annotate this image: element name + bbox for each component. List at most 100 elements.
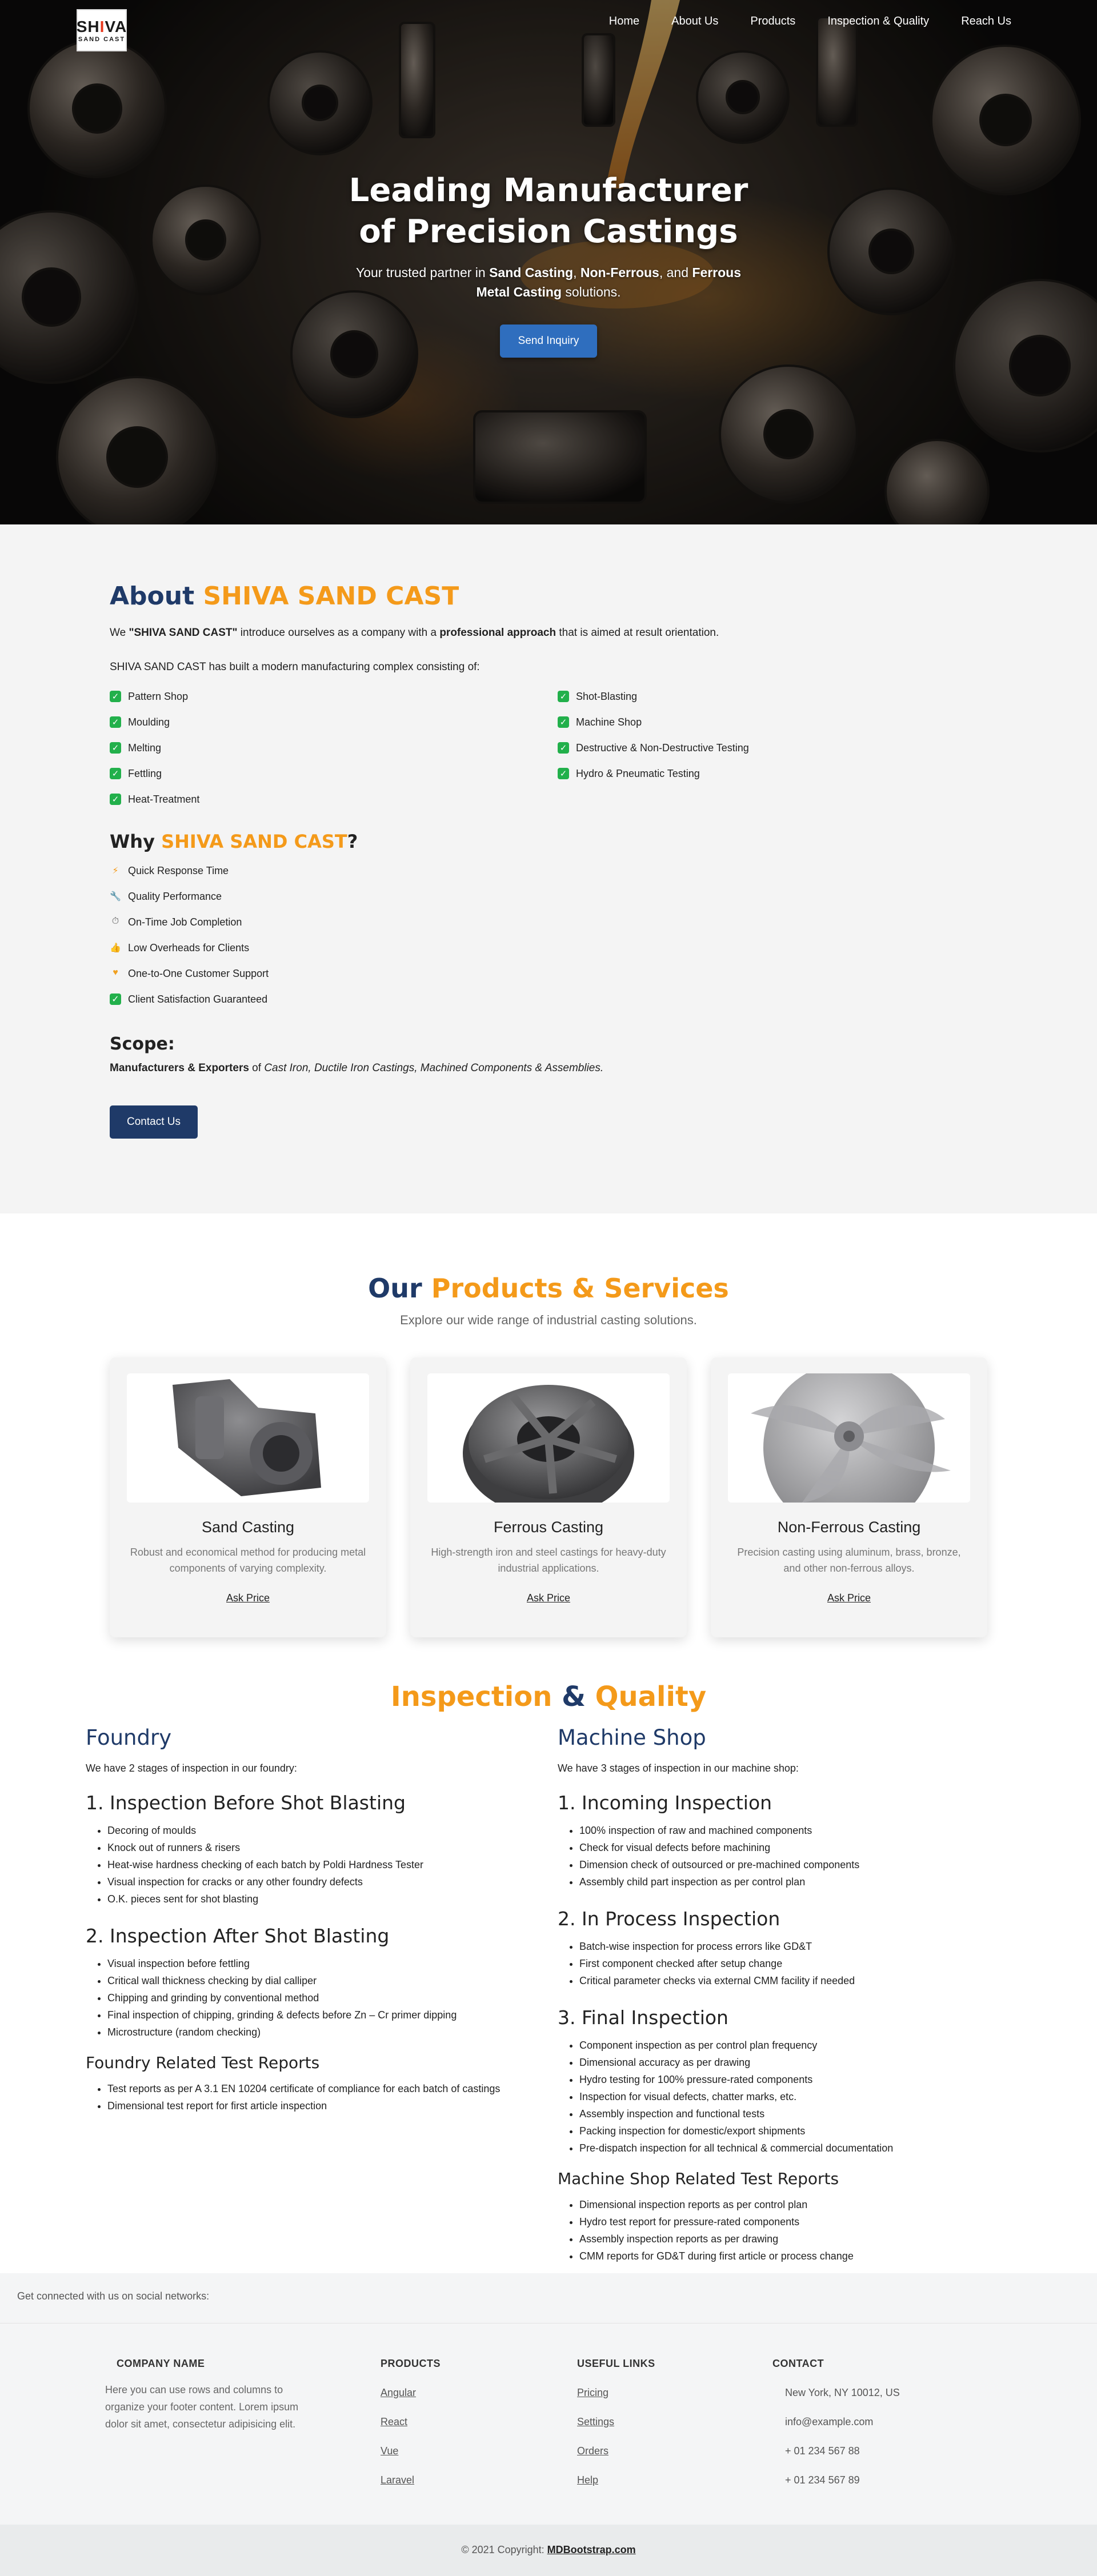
list-item: 100% inspection of raw and machined comp… [579,1822,1030,1839]
products-section: Our Products & Services Explore our wide… [0,1213,1097,1670]
nav-about-us[interactable]: About Us [671,15,718,28]
list-item: 👍 Low Overheads for Clients [110,942,1097,968]
machine-stage3-list: Component inspection as per control plan… [558,2037,1030,2157]
inspection-title: Inspection & Quality [390,1681,707,1713]
list-item: ⚡ Quick Response Time [110,865,1097,891]
hero-section: SHIVA SAND CAST Home About Us Products I… [0,0,1097,524]
card-title: Non-Ferrous Casting [777,1519,921,1536]
list-item: Dimension check of outsourced or pre-mac… [579,1856,1030,1873]
contact-us-button[interactable]: Contact Us [110,1105,198,1139]
foundry-reports-list: Test reports as per A 3.1 EN 10204 certi… [86,2080,558,2114]
product-card-ferrous-casting: Ferrous Casting High-strength iron and s… [410,1357,687,1637]
foundry-stage2-title: 2. Inspection After Shot Blasting [86,1925,390,1947]
send-inquiry-button[interactable]: Send Inquiry [499,324,598,358]
list-item: ✓ Machine Shop [558,716,1006,742]
machine-shop-lead: We have 3 stages of inspection in our ma… [558,1762,799,1774]
product-cards: Sand Casting Robust and economical metho… [0,1357,1097,1637]
copyright-bar: © 2021 Copyright: MDBootstrap.com [0,2525,1097,2576]
list-item: Dimensional test report for first articl… [107,2097,558,2114]
list-item: 🔧 Quality Performance [110,891,1097,916]
footer-company-desc: Here you can use rows and columns to org… [105,2384,299,2430]
list-item: Batch-wise inspection for process errors… [579,1938,1030,1955]
list-item: Final inspection of chipping, grinding &… [107,2006,558,2024]
footer-phone-1: + 01 234 567 88 [785,2445,860,2457]
nav-products[interactable]: Products [750,15,795,28]
list-item: Dimensional accuracy as per drawing [579,2054,1030,2071]
products-title: Our Products & Services [368,1273,729,1304]
machine-shop-title: Machine Shop [558,1725,706,1750]
check-icon: ✓ [558,691,569,702]
ask-price-link[interactable]: Ask Price [827,1592,871,1604]
social-text: Get connected with us on social networks… [17,2290,210,2302]
copyright-text: © 2021 Copyright: [461,2544,547,2555]
check-icon: ✓ [558,716,569,728]
footer-contact-title: CONTACT [772,2358,824,2369]
foundry-column: Foundry We have 2 stages of inspection i… [86,1725,558,2265]
footer-link-vue[interactable]: Vue [381,2445,441,2457]
list-item: ✓ Heat-Treatment [110,794,558,819]
footer-link-help[interactable]: Help [577,2474,655,2486]
list-item: Check for visual defects before machinin… [579,1839,1030,1856]
footer-link-angular[interactable]: Angular [381,2387,441,2399]
machine-stage2-title: 2. In Process Inspection [558,1908,780,1930]
list-item: O.K. pieces sent for shot blasting [107,1890,558,1908]
footer-company-title: COMPANY NAME [117,2358,205,2369]
list-item: Test reports as per A 3.1 EN 10204 certi… [107,2080,558,2097]
list-item: Heat-wise hardness checking of each batc… [107,1856,558,1873]
footer-link-laravel[interactable]: Laravel [381,2474,441,2486]
footer-email: info@example.com [785,2416,874,2427]
list-item: Critical wall thickness checking by dial… [107,1972,558,1989]
why-title: Why SHIVA SAND CAST? [110,831,358,852]
list-item: Inspection for visual defects, chatter m… [579,2088,1030,2105]
list-item: ♥ One-to-One Customer Support [110,968,1097,993]
ask-price-link[interactable]: Ask Price [527,1592,570,1604]
nav-reach-us[interactable]: Reach Us [961,15,1011,28]
footer-link-pricing[interactable]: Pricing [577,2387,655,2399]
wrench-icon: 🔧 [110,892,121,902]
list-item: Hydro testing for 100% pressure-rated co… [579,2071,1030,2088]
about-complex-text: SHIVA SAND CAST has built a modern manuf… [110,661,480,673]
check-icon: ✓ [110,716,121,728]
footer-address: New York, NY 10012, US [785,2387,900,2398]
scope-title: Scope: [110,1034,175,1054]
list-item: ✓ Hydro & Pneumatic Testing [558,768,1006,794]
copyright-link[interactable]: MDBootstrap.com [547,2544,636,2555]
card-description: Precision casting using aluminum, brass,… [737,1547,961,1574]
machine-stage2-list: Batch-wise inspection for process errors… [558,1938,1030,1989]
footer-contact: CONTACT New York, NY 10012, US info@exam… [772,2358,900,2486]
list-item: ✓ Shot-Blasting [558,691,1006,716]
foundry-title: Foundry [86,1725,172,1750]
footer-link-react[interactable]: React [381,2416,441,2428]
footer-products: PRODUCTS Angular React Vue Laravel [381,2358,441,2486]
inspection-section: Inspection & Quality Foundry We have 2 s… [0,1670,1097,2273]
list-item: Hydro test report for pressure-rated com… [579,2213,1030,2230]
lightning-icon: ⚡ [112,866,119,876]
about-section: About SHIVA SAND CAST We "SHIVA SAND CAS… [0,524,1097,1213]
list-item: ✓ Melting [110,742,558,768]
stopwatch-icon: ⏱ [111,916,119,926]
ask-price-link[interactable]: Ask Price [226,1592,270,1604]
list-item: ✓ Moulding [110,716,558,742]
check-icon: ✓ [110,742,121,754]
main-nav: Home About Us Products Inspection & Qual… [609,15,1011,28]
logo-wordmark: SHIVA [76,18,127,35]
nav-home[interactable]: Home [609,15,639,28]
logo-subtext: SAND CAST [78,36,126,43]
nav-inspection-quality[interactable]: Inspection & Quality [827,15,929,28]
check-icon: ✓ [110,768,121,779]
list-item: Assembly inspection reports as per drawi… [579,2230,1030,2248]
footer-link-settings[interactable]: Settings [577,2416,655,2428]
machine-reports-list: Dimensional inspection reports as per co… [558,2196,1030,2265]
foundry-stage1-list: Decoring of moulds Knock out of runners … [86,1822,558,1908]
product-card-non-ferrous-casting: Non-Ferrous Casting Precision casting us… [711,1357,987,1637]
facilities-left: ✓ Pattern Shop ✓ Moulding ✓ Melting ✓ Fettli… [110,691,558,819]
products-subtitle: Explore our wide range of industrial cas… [400,1313,697,1327]
list-item: CMM reports for GD&T during first articl… [579,2248,1030,2265]
footer-link-orders[interactable]: Orders [577,2445,655,2457]
site-logo[interactable]: SHIVA SAND CAST [77,9,127,51]
product-card-sand-casting: Sand Casting Robust and economical metho… [110,1357,386,1637]
machine-stage3-title: 3. Final Inspection [558,2006,728,2029]
machine-stage1-title: 1. Incoming Inspection [558,1792,772,1814]
list-item: ✓ Fettling [110,768,558,794]
list-item: Pre-dispatch inspection for all technica… [579,2140,1030,2157]
